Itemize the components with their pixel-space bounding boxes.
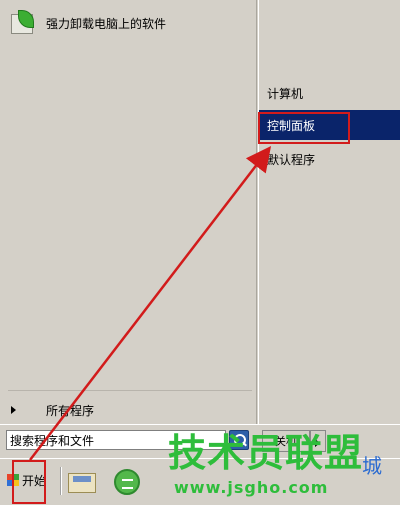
pinned-program-label: 强力卸载电脑上的软件 <box>46 16 167 31</box>
browser-icon[interactable] <box>112 467 142 497</box>
control-panel-highlight-box <box>258 112 350 144</box>
taskbar-separator <box>60 467 62 495</box>
left-pane-divider <box>8 390 252 391</box>
search-placeholder: 搜索程序和文件 <box>10 433 95 448</box>
right-item-computer-label: 计算机 <box>267 86 304 101</box>
all-programs-item[interactable]: 所有程序 <box>8 400 252 420</box>
right-item-default-programs[interactable]: 默认程序 <box>259 146 400 172</box>
watermark-title: 技术员联盟 <box>168 431 364 475</box>
right-item-default-programs-label: 默认程序 <box>267 152 316 167</box>
start-button-highlight-box <box>12 460 46 504</box>
uninstaller-app-icon <box>8 8 38 38</box>
triangle-right-icon <box>11 406 16 414</box>
watermark-suffix: 城 <box>362 454 382 478</box>
pinned-program-item[interactable]: 强力卸载电脑上的软件 <box>8 8 248 38</box>
explorer-icon[interactable] <box>66 467 98 497</box>
start-menu-left-pane: 强力卸载电脑上的软件 所有程序 <box>0 0 257 424</box>
all-programs-label: 所有程序 <box>46 403 95 418</box>
start-menu-right-pane: 计算机 控制面板 默认程序 <box>258 0 400 424</box>
right-item-computer[interactable]: 计算机 <box>259 80 400 106</box>
site-watermark: 技术员联盟 城 www.jsgho.com <box>168 432 400 502</box>
watermark-url: www.jsgho.com <box>174 478 329 497</box>
